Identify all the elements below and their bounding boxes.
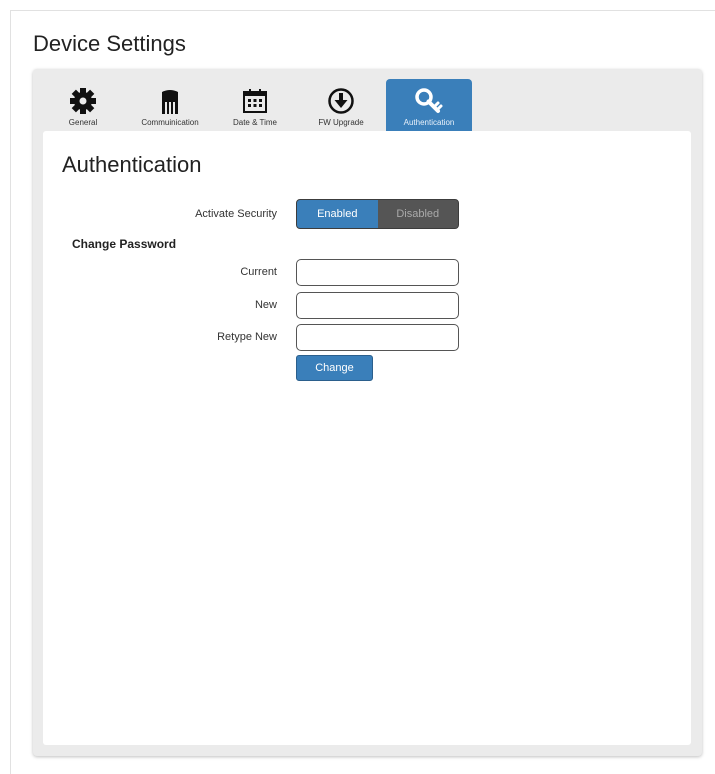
tab-general[interactable]: General [62, 79, 104, 131]
tab-label: Date & Time [232, 118, 277, 127]
current-password-label: Current [240, 266, 277, 278]
section-title: Authentication [62, 152, 202, 177]
security-toggle[interactable]: Enabled Disabled [296, 199, 459, 229]
disabled-option[interactable]: Disabled [377, 200, 458, 228]
retype-password-input[interactable] [296, 324, 459, 351]
tab-communication[interactable]: Commuinication [128, 79, 212, 131]
retype-password-label: Retype New [217, 331, 277, 343]
new-password-label: New [254, 299, 277, 311]
tab-authentication[interactable]: Authentication [386, 79, 472, 131]
change-button[interactable]: Change [296, 355, 373, 381]
tab-label: General [68, 118, 98, 127]
new-password-input[interactable] [296, 292, 459, 319]
enabled-option[interactable]: Enabled [297, 200, 378, 228]
gear-icon [68, 86, 98, 116]
page-title: Device Settings [33, 31, 186, 56]
activate-security-label: Activate Security [195, 208, 277, 220]
key-icon [414, 86, 444, 116]
change-password-heading: Change Password [72, 237, 177, 251]
ethernet-icon [155, 86, 185, 116]
tab-date-time[interactable]: Date & Time [222, 79, 288, 131]
tab-label: Commuinication [141, 118, 199, 127]
tab-label: Authentication [403, 118, 455, 127]
current-password-input[interactable] [296, 259, 459, 286]
calendar-icon [240, 86, 270, 116]
download-circle-icon [326, 86, 356, 116]
tab-fw-upgrade[interactable]: FW Upgrade [306, 79, 376, 131]
tab-label: FW Upgrade [318, 118, 364, 127]
